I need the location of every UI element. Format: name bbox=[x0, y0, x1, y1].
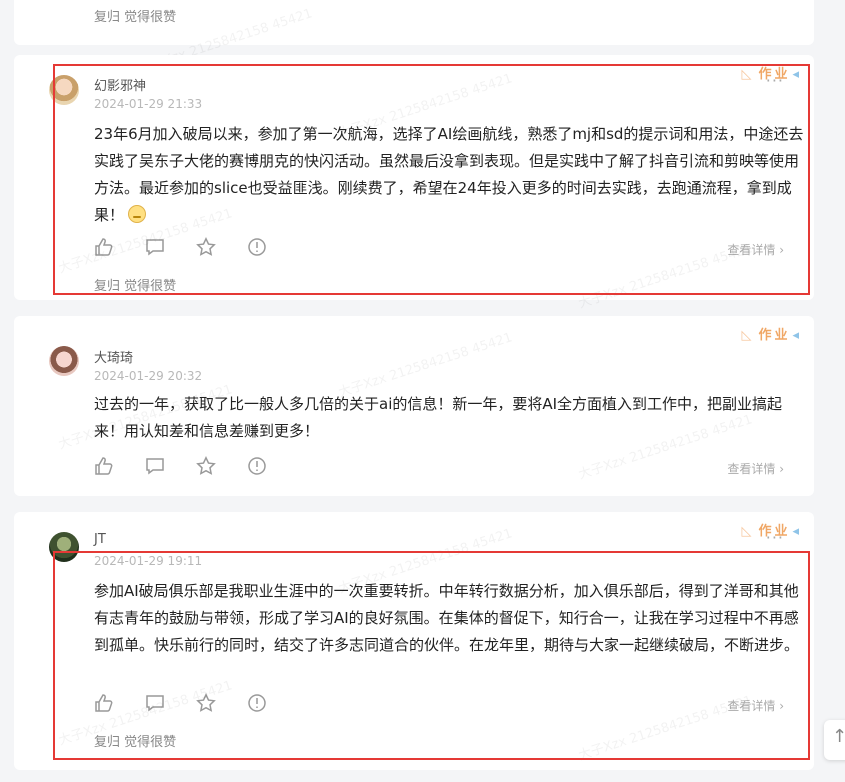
reply-footer[interactable]: 复归 觉得很赞 bbox=[94, 6, 176, 25]
star-icon[interactable] bbox=[196, 456, 218, 478]
comment-card: ◺ 作业 ◂ 大琦琦 2024-01-29 20:32 过去的一年，获取了比一般人多… bbox=[14, 316, 814, 496]
author-name[interactable]: 大琦琦 bbox=[94, 347, 133, 366]
triangle-ruler-icon: ◺ bbox=[741, 524, 755, 539]
watermark: 大子Xzx 2125842158 45421 bbox=[336, 330, 515, 401]
more-options-icon[interactable]: ··· bbox=[766, 530, 784, 546]
chevron-right-icon: › bbox=[779, 462, 784, 476]
report-icon[interactable] bbox=[247, 456, 269, 478]
comment-content: 过去的一年，获取了比一般人多几倍的关于ai的信息！新一年，要将AI全方面植入到工… bbox=[94, 395, 783, 440]
scroll-to-top-button[interactable]: ↑ bbox=[824, 720, 845, 760]
comment-card-previous: 复归 觉得很赞 大子Xzx 2125842158 45421 bbox=[14, 0, 814, 77]
fish-icon: ◂ bbox=[792, 524, 802, 539]
view-details-link[interactable]: 查看详情 › bbox=[727, 460, 784, 477]
triangle-ruler-icon: ◺ bbox=[741, 328, 755, 343]
arrow-up-icon: ↑ bbox=[832, 726, 845, 747]
homework-badge: ◺ 作业 ◂ bbox=[741, 328, 802, 343]
avatar[interactable] bbox=[49, 346, 79, 376]
like-icon[interactable] bbox=[94, 456, 116, 478]
author-name[interactable]: JT bbox=[94, 532, 106, 547]
highlight-box bbox=[53, 64, 810, 295]
fish-icon: ◂ bbox=[792, 328, 802, 343]
comment-icon[interactable] bbox=[145, 456, 167, 478]
comment-time: 2024-01-29 20:32 bbox=[94, 369, 203, 383]
highlight-box bbox=[53, 551, 810, 760]
